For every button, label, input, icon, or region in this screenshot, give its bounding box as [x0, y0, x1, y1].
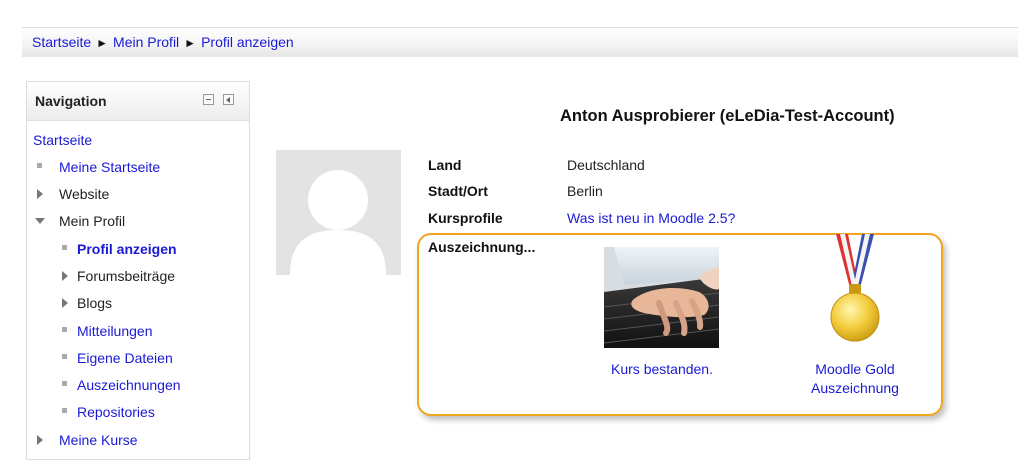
nav-item-badges[interactable]: Auszeichnungen: [77, 376, 181, 394]
collapse-arrow-icon[interactable]: [35, 218, 45, 224]
nav-root-home-link[interactable]: Startseite: [33, 131, 92, 149]
badge-moodle-gold-label-line1: Moodle Gold: [815, 361, 895, 377]
nav-item-messages[interactable]: Mitteilungen: [77, 322, 153, 340]
navigation-title: Navigation: [35, 93, 107, 109]
badge-moodle-gold-link[interactable]: Moodle Gold Auszeichnung: [790, 360, 920, 398]
nav-item-private-files[interactable]: Eigene Dateien: [77, 349, 173, 367]
bullet-icon: [62, 354, 67, 359]
bullet-icon: [62, 408, 67, 413]
course-profile-link[interactable]: Was ist neu in Moodle 2.5?: [567, 210, 735, 226]
navigation-header: Navigation: [27, 82, 249, 121]
laptop-typing-image[interactable]: [603, 247, 720, 348]
field-label-badges: Auszeichnung...: [428, 239, 536, 255]
navigation-block: Navigation Startseite Meine Startseite W…: [26, 81, 250, 460]
badge-course-passed-link[interactable]: Kurs bestanden.: [592, 360, 732, 379]
default-user-icon: [276, 150, 401, 275]
nav-item-repositories[interactable]: Repositories: [77, 403, 155, 421]
field-label-country: Land: [428, 157, 462, 173]
badge-course-passed-label: Kurs bestanden.: [611, 361, 713, 377]
badge-moodle-gold-label-line2: Auszeichnung: [811, 380, 899, 396]
bullet-icon: [62, 381, 67, 386]
profile-name-heading: Anton Ausprobierer (eLeDia-Test-Account): [560, 107, 895, 125]
nav-item-website[interactable]: Website: [59, 185, 109, 203]
dock-icon[interactable]: [223, 94, 234, 105]
breadcrumb-my-profile-link[interactable]: Mein Profil: [113, 34, 179, 50]
expand-arrow-icon[interactable]: [37, 189, 43, 199]
breadcrumb: Startseite ► Mein Profil ► Profil anzeigen: [22, 27, 1018, 57]
field-label-course-profiles: Kursprofile: [428, 210, 503, 226]
bullet-icon: [37, 163, 42, 168]
field-value-city: Berlin: [567, 183, 603, 199]
gold-medal-image[interactable]: [828, 234, 882, 346]
breadcrumb-separator-icon: ►: [184, 36, 197, 50]
nav-item-my-courses[interactable]: Meine Kurse: [59, 431, 138, 449]
breadcrumb-view-profile-link[interactable]: Profil anzeigen: [201, 34, 294, 50]
nav-item-forum-posts[interactable]: Forumsbeiträge: [77, 267, 175, 285]
breadcrumb-home-link[interactable]: Startseite: [32, 34, 91, 50]
nav-item-view-profile[interactable]: Profil anzeigen: [77, 240, 177, 258]
bullet-icon: [62, 327, 67, 332]
nav-item-blogs[interactable]: Blogs: [77, 294, 112, 312]
bullet-icon: [62, 245, 67, 250]
expand-arrow-icon[interactable]: [62, 271, 68, 281]
breadcrumb-separator-icon: ►: [96, 36, 109, 50]
nav-item-my-home[interactable]: Meine Startseite: [59, 158, 160, 176]
field-label-city: Stadt/Ort: [428, 183, 488, 199]
minimize-icon[interactable]: [203, 94, 214, 105]
field-value-country: Deutschland: [567, 157, 645, 173]
user-avatar: [276, 150, 401, 275]
expand-arrow-icon[interactable]: [62, 298, 68, 308]
nav-item-my-profile[interactable]: Mein Profil: [59, 212, 125, 230]
expand-arrow-icon[interactable]: [37, 435, 43, 445]
